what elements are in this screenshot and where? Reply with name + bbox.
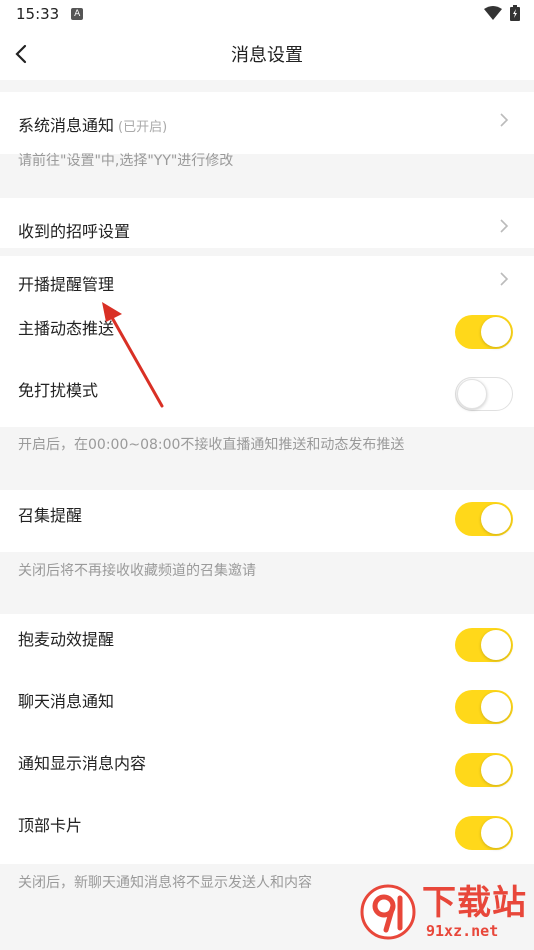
anchor-push-row: 主播动态推送 [0, 303, 534, 365]
live-reminder-row[interactable]: 开播提醒管理 [0, 256, 534, 308]
wifi-icon [484, 6, 502, 20]
greeting-settings-label: 收到的招呼设置 [18, 222, 131, 241]
watermark-logo-icon [360, 884, 416, 940]
gather-toggle[interactable] [455, 502, 513, 536]
dnd-label: 免打扰模式 [18, 381, 99, 400]
dnd-row: 免打扰模式 [0, 365, 534, 427]
anchor-push-toggle[interactable] [455, 315, 513, 349]
show-content-row: 通知显示消息内容 [0, 738, 534, 800]
chat-notify-row: 聊天消息通知 [0, 676, 534, 738]
back-arrow-icon[interactable] [10, 41, 36, 67]
dnd-toggle[interactable] [455, 377, 513, 411]
show-content-toggle[interactable] [455, 753, 513, 787]
show-content-label: 通知显示消息内容 [18, 754, 147, 773]
mic-effect-label: 抱麦动效提醒 [18, 630, 115, 649]
live-reminder-label: 开播提醒管理 [18, 275, 115, 294]
mic-effect-row: 抱麦动效提醒 [0, 614, 534, 676]
status-time: 15:33 [16, 5, 60, 23]
chevron-right-icon [500, 272, 509, 286]
gather-hint-note: 关闭后将不再接收收藏频道的召集邀请 [18, 563, 256, 579]
watermark-title: 下载站 [422, 883, 527, 923]
watermark-url: 91xz.net [426, 922, 499, 940]
top-card-row: 顶部卡片 [0, 800, 534, 864]
page-title: 消息设置 [231, 45, 303, 66]
status-bar: 15:33 A [0, 0, 534, 28]
chat-notify-toggle[interactable] [455, 690, 513, 724]
chevron-right-icon [500, 219, 509, 233]
gather-label: 召集提醒 [18, 506, 83, 525]
system-notify-row[interactable]: 系统消息通知 (已开启) [0, 92, 534, 154]
top-card-label: 顶部卡片 [18, 816, 83, 835]
chat-hint-note: 关闭后，新聊天通知消息将不显示发送人和内容 [18, 875, 312, 891]
system-hint-note: 请前往"设置"中,选择"YY"进行修改 [18, 153, 234, 169]
mic-effect-toggle[interactable] [455, 628, 513, 662]
notification-badge-icon: A [71, 8, 84, 20]
annotation-arrow-icon [102, 302, 164, 408]
system-notify-label: 系统消息通知 [18, 116, 115, 135]
watermark: 下载站 91xz.net [360, 884, 530, 944]
chat-notify-label: 聊天消息通知 [18, 692, 115, 711]
greeting-settings-row[interactable]: 收到的招呼设置 [0, 198, 534, 248]
battery-charging-icon [510, 5, 520, 21]
dnd-hint-note: 开启后，在00:00~08:00不接收直播通知推送和动态发布推送 [18, 437, 405, 453]
chevron-right-icon [500, 113, 509, 127]
system-notify-status: (已开启) [118, 120, 168, 135]
top-card-toggle[interactable] [455, 816, 513, 850]
gather-row: 召集提醒 [0, 490, 534, 552]
nav-bar: 消息设置 [0, 28, 534, 80]
